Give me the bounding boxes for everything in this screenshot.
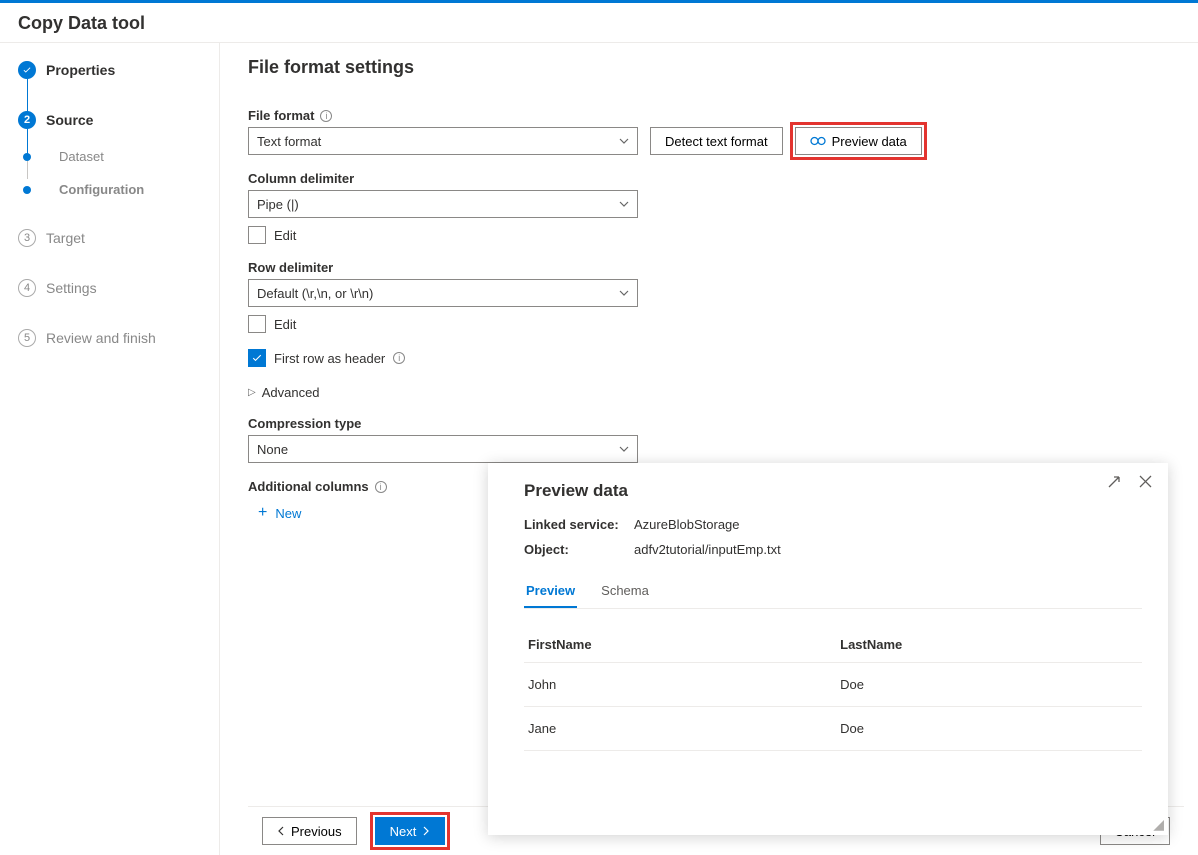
first-row-header-label: First row as header <box>274 351 385 366</box>
main-panel: File format settings File format i Text … <box>220 43 1198 855</box>
detect-format-button[interactable]: Detect text format <box>650 127 783 155</box>
step-properties[interactable]: Properties <box>18 61 207 79</box>
advanced-toggle[interactable]: ▷ Advanced <box>248 385 1184 400</box>
close-icon[interactable] <box>1139 475 1152 489</box>
resize-handle-icon[interactable]: ◢ <box>1153 816 1164 833</box>
chevron-down-icon <box>619 136 629 146</box>
table-row: Jane Doe <box>524 707 1142 751</box>
col-delim-edit-label: Edit <box>274 228 296 243</box>
step-label: Target <box>46 230 85 246</box>
step-label: Source <box>46 112 93 128</box>
preview-data-button[interactable]: Preview data <box>795 127 922 155</box>
tool-title: Copy Data tool <box>18 13 1180 34</box>
plus-icon: + <box>258 504 267 522</box>
col-header: LastName <box>836 627 1142 663</box>
preview-title: Preview data <box>524 481 1142 501</box>
compression-label: Compression type <box>248 416 1184 431</box>
linked-service-label: Linked service: <box>524 517 624 532</box>
next-button[interactable]: Next <box>375 817 446 845</box>
info-icon[interactable]: i <box>393 352 405 364</box>
preview-panel: Preview data Linked service: AzureBlobSt… <box>488 463 1168 835</box>
info-icon[interactable]: i <box>320 110 332 122</box>
file-format-select[interactable]: Text format <box>248 127 638 155</box>
wizard-sidebar: Properties 2 Source Dataset Configuratio… <box>0 43 220 855</box>
page-title: File format settings <box>248 57 1184 78</box>
tab-preview[interactable]: Preview <box>524 575 577 608</box>
tab-schema[interactable]: Schema <box>599 575 651 608</box>
object-label: Object: <box>524 542 624 557</box>
step-label: Review and finish <box>46 330 156 346</box>
preview-table: FirstName LastName John Doe Jane Doe <box>524 627 1142 751</box>
substep-label: Configuration <box>59 182 144 197</box>
compression-select[interactable]: None <box>248 435 638 463</box>
chevron-down-icon <box>619 444 629 454</box>
row-delim-edit-label: Edit <box>274 317 296 332</box>
row-delim-edit-checkbox[interactable] <box>248 315 266 333</box>
table-row: John Doe <box>524 663 1142 707</box>
chevron-down-icon <box>619 199 629 209</box>
substep-dataset[interactable]: Dataset <box>18 149 207 164</box>
substep-label: Dataset <box>59 149 104 164</box>
step-target[interactable]: 3 Target <box>18 229 207 247</box>
linked-service-value: AzureBlobStorage <box>634 517 740 532</box>
step-label: Settings <box>46 280 97 296</box>
substep-configuration[interactable]: Configuration <box>18 182 207 197</box>
step-source[interactable]: 2 Source <box>18 111 207 129</box>
row-delim-select[interactable]: Default (\r,\n, or \r\n) <box>248 279 638 307</box>
chevron-down-icon <box>619 288 629 298</box>
chevron-left-icon <box>277 826 285 836</box>
col-delim-select[interactable]: Pipe (|) <box>248 190 638 218</box>
object-value: adfv2tutorial/inputEmp.txt <box>634 542 781 557</box>
step-label: Properties <box>46 62 115 78</box>
expand-icon[interactable] <box>1107 475 1121 489</box>
eye-icon <box>810 136 826 146</box>
previous-button[interactable]: Previous <box>262 817 357 845</box>
step-settings[interactable]: 4 Settings <box>18 279 207 297</box>
col-delim-edit-checkbox[interactable] <box>248 226 266 244</box>
tool-header: Copy Data tool <box>0 3 1198 43</box>
first-row-header-checkbox[interactable] <box>248 349 266 367</box>
file-format-label: File format i <box>248 108 1184 123</box>
row-delim-label: Row delimiter <box>248 260 1184 275</box>
col-delim-label: Column delimiter <box>248 171 1184 186</box>
col-header: FirstName <box>524 627 836 663</box>
step-review[interactable]: 5 Review and finish <box>18 329 207 347</box>
chevron-right-icon <box>422 826 430 836</box>
triangle-right-icon: ▷ <box>248 387 256 398</box>
info-icon[interactable]: i <box>375 481 387 493</box>
